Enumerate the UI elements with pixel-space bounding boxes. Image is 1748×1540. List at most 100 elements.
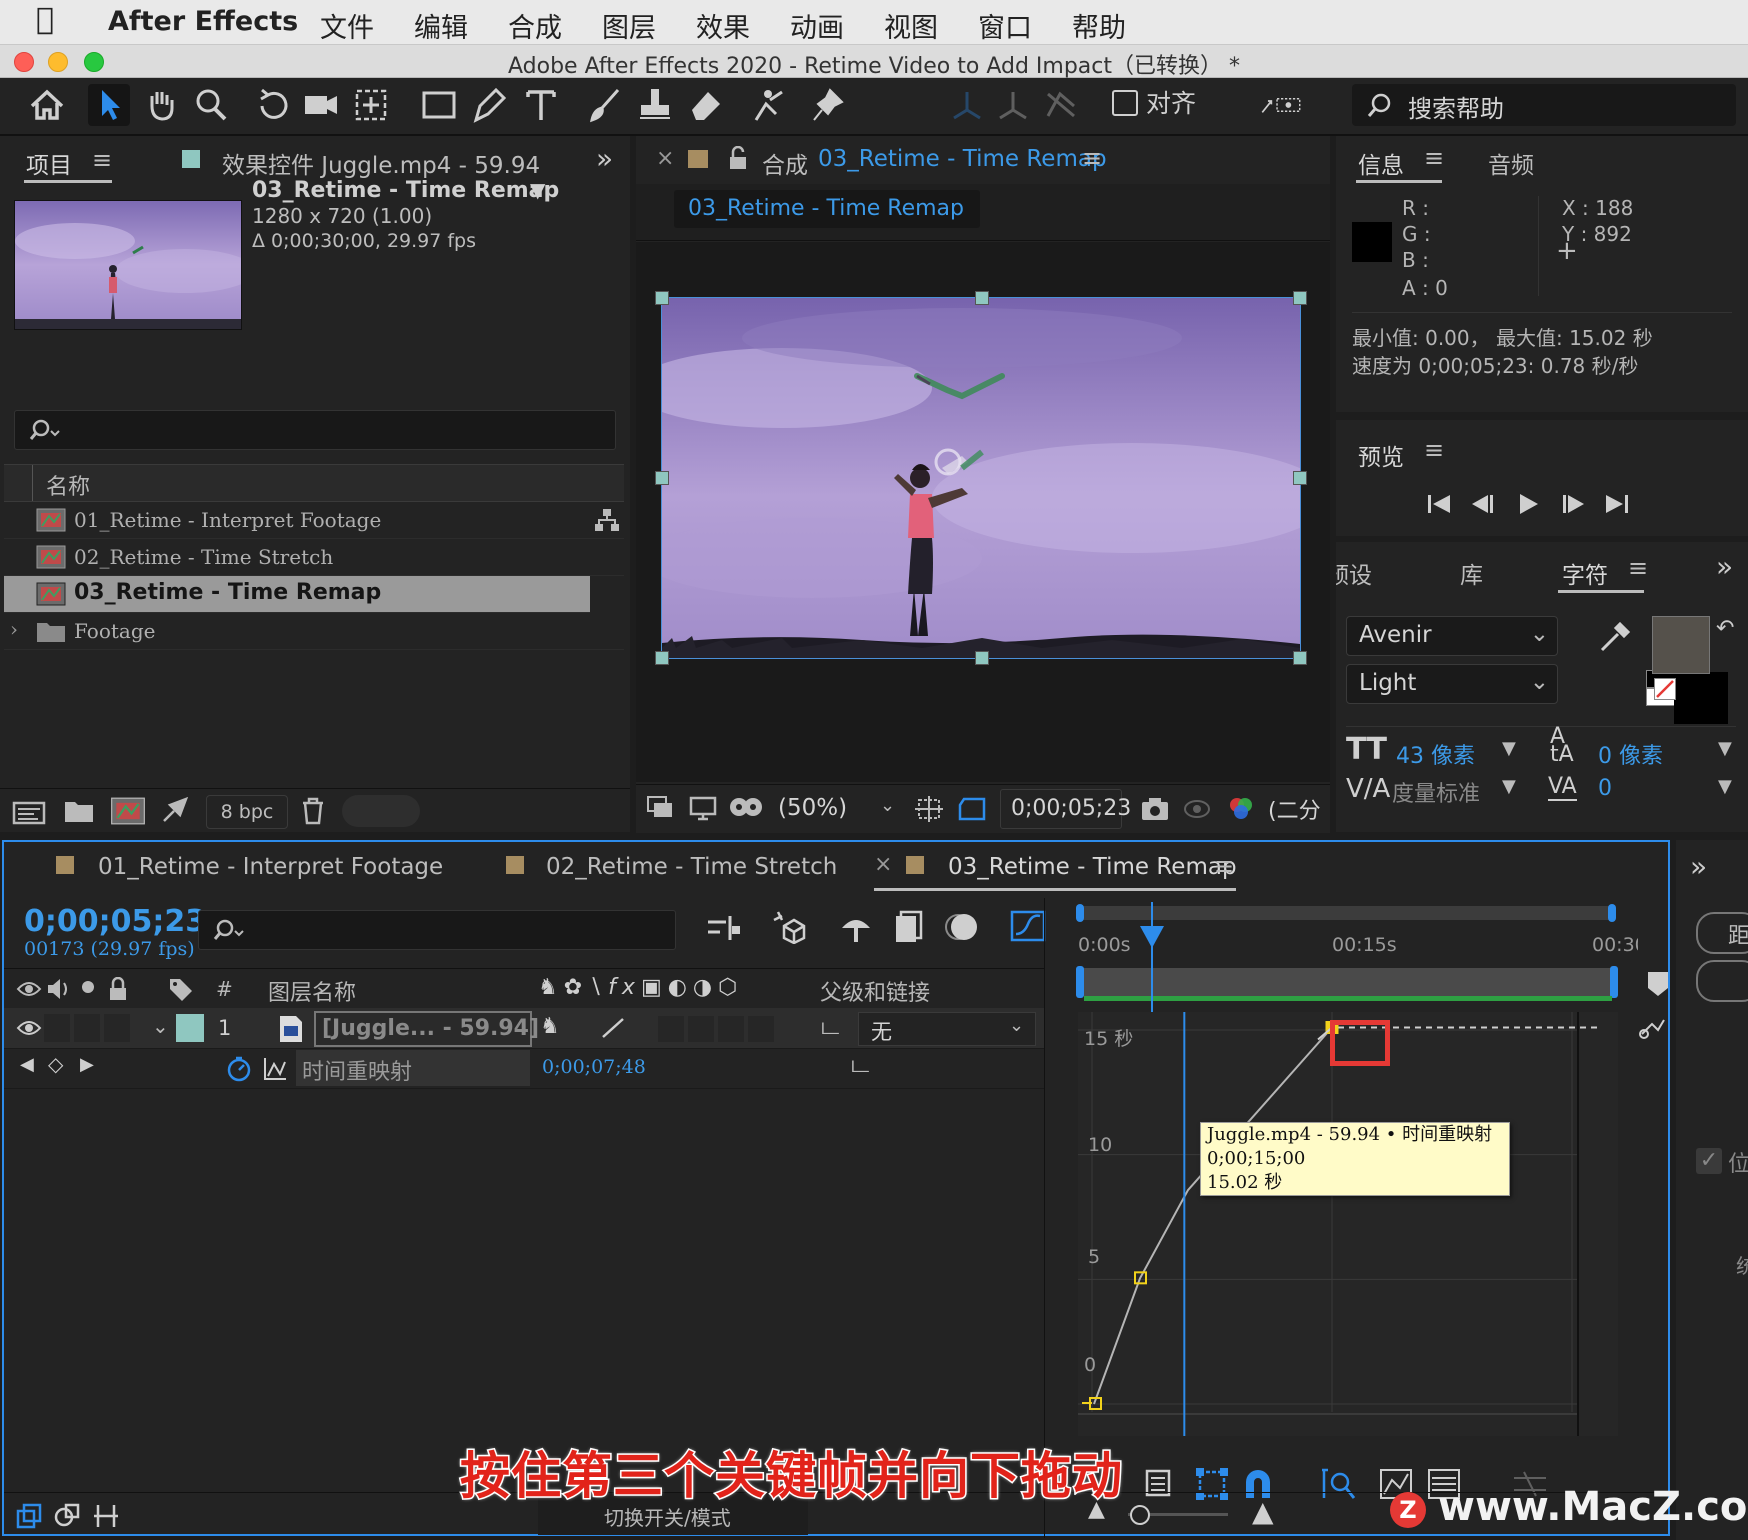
zoom-in-mountain-icon[interactable]: ▲ <box>1252 1495 1274 1528</box>
close-tab-icon[interactable]: × <box>656 146 674 171</box>
side-button-1[interactable]: 距 <box>1696 912 1748 954</box>
audio-icon[interactable] <box>46 977 72 1001</box>
zoom-dropdown[interactable]: (50%) ⌄ <box>772 791 902 827</box>
chevron-down-icon[interactable]: ▼ <box>1502 738 1516 759</box>
kerning-value[interactable]: 度量标准 <box>1392 776 1480 808</box>
comp-info-dropdown-icon[interactable]: ▼ <box>530 178 545 202</box>
always-preview-icon[interactable] <box>646 795 676 823</box>
play-icon[interactable] <box>1516 492 1542 516</box>
time-navigator[interactable] <box>1078 906 1612 920</box>
region-of-interest-icon[interactable] <box>958 795 988 823</box>
draft-3d-icon[interactable] <box>770 908 808 944</box>
menu-view[interactable]: 视图 <box>884 6 938 45</box>
graph-editor-icon[interactable] <box>1010 908 1046 944</box>
viewer-timecode[interactable]: 0;00;05;23 <box>1000 789 1131 829</box>
layer-label-color[interactable] <box>176 1014 204 1042</box>
local-axis-icon[interactable] <box>946 84 988 126</box>
panel-overflow-icon[interactable]: » <box>596 142 613 175</box>
apple-icon[interactable]:  <box>36 2 54 37</box>
layer-name-field[interactable]: [Juggle... - 59.94] <box>314 1011 539 1047</box>
work-area-end-handle[interactable] <box>1610 966 1618 998</box>
menu-edit[interactable]: 编辑 <box>414 6 468 45</box>
hand-tool-icon[interactable] <box>140 84 182 126</box>
lock-toggle[interactable] <box>104 1014 130 1042</box>
project-search-input[interactable] <box>14 410 616 450</box>
tab-presets[interactable]: 预设 <box>1336 556 1372 590</box>
graph-canvas[interactable] <box>1078 1012 1618 1436</box>
tab-info[interactable]: 信息 <box>1358 146 1404 180</box>
column-layer-name-label[interactable]: 图层名称 <box>268 975 356 1007</box>
first-frame-icon[interactable] <box>1426 492 1452 516</box>
timeline-timecode[interactable]: 0;00;05;23 <box>24 904 206 939</box>
menu-file[interactable]: 文件 <box>320 6 374 45</box>
transform-handle[interactable] <box>975 651 989 665</box>
adjustment-switch[interactable] <box>748 1016 774 1042</box>
comp-subtab[interactable]: 03_Retime - Time Remap <box>674 190 980 228</box>
view-axis-icon[interactable] <box>1040 84 1082 126</box>
layer-switches-icon[interactable] <box>16 1503 44 1529</box>
timeline-search-input[interactable] <box>198 910 676 950</box>
brush-tool-icon[interactable] <box>584 84 626 126</box>
font-family-dropdown[interactable]: Avenir ⌄ <box>1346 616 1558 656</box>
leading-field[interactable]: 0 像素 <box>1598 738 1663 770</box>
footer-scrollbar[interactable] <box>342 795 420 827</box>
close-tab-icon[interactable]: × <box>874 852 892 877</box>
chevron-down-icon[interactable]: ▼ <box>1718 776 1732 797</box>
rectangle-tool-icon[interactable] <box>418 84 460 126</box>
project-panel-menu-icon[interactable]: ≡ <box>92 146 112 174</box>
font-size-field[interactable]: 43 像素 <box>1396 738 1475 770</box>
character-panel-menu-icon[interactable]: ≡ <box>1628 554 1648 582</box>
trash-icon[interactable] <box>300 797 326 825</box>
side-checkbox[interactable]: ✓ <box>1696 1148 1722 1174</box>
comp-tab-prefix[interactable]: 合成 <box>762 146 808 180</box>
parent-dropdown[interactable]: 无 ⌄ <box>858 1012 1036 1046</box>
comp-tab-name[interactable]: 03_Retime - Time Remap <box>818 146 1107 172</box>
transform-handle[interactable] <box>975 291 989 305</box>
transform-handle[interactable] <box>655 291 669 305</box>
comp-marker-bin-icon[interactable] <box>1646 970 1670 998</box>
timeline-menu-icon[interactable]: ≡ <box>1214 852 1234 880</box>
chevron-down-icon[interactable]: ▼ <box>1718 738 1732 759</box>
previous-keyframe-icon[interactable]: ◀ <box>20 1054 34 1075</box>
stopwatch-icon[interactable] <box>226 1056 252 1082</box>
lock-icon[interactable] <box>108 977 128 1001</box>
snapshot-camera-icon[interactable] <box>1140 795 1170 823</box>
frame-blending-icon[interactable] <box>892 910 924 944</box>
monitor-icon[interactable] <box>688 795 718 823</box>
new-folder-icon[interactable] <box>64 799 94 823</box>
work-area-bar[interactable] <box>1078 968 1612 996</box>
motion-blur-switch[interactable] <box>718 1016 744 1042</box>
column-parent-label[interactable]: 父级和链接 <box>820 975 930 1007</box>
bit-depth-button[interactable]: 8 bpc <box>206 795 288 829</box>
quality-switch-icon[interactable] <box>600 1016 626 1040</box>
tab-audio[interactable]: 音频 <box>1488 146 1534 180</box>
project-folder-row[interactable]: › Footage <box>4 613 624 650</box>
mask-visibility-icon[interactable] <box>728 795 764 823</box>
swap-colors-icon[interactable]: ↶ <box>1716 616 1734 641</box>
roto-brush-tool-icon[interactable] <box>748 84 790 126</box>
preview-panel-menu-icon[interactable]: ≡ <box>1424 436 1444 464</box>
motion-blur-icon[interactable] <box>944 910 980 944</box>
work-area-start-handle[interactable] <box>1076 966 1084 998</box>
side-button-2[interactable] <box>1696 960 1748 1002</box>
property-name-field[interactable]: 时间重映射 <box>296 1050 530 1086</box>
pan-behind-tool-icon[interactable] <box>350 84 392 126</box>
shy-layers-icon[interactable] <box>838 912 874 944</box>
pick-whip-icon[interactable]: ட <box>820 1012 839 1043</box>
flowchart-icon[interactable] <box>594 508 620 532</box>
next-keyframe-icon[interactable]: ▶ <box>80 1054 94 1075</box>
time-ruler[interactable]: 0:00s 00:15s 00:30 <box>1048 898 1638 1012</box>
home-icon[interactable] <box>26 84 68 126</box>
transform-handle[interactable] <box>1293 291 1307 305</box>
pen-tool-icon[interactable] <box>468 84 510 126</box>
project-item-row-selected[interactable]: 03_Retime - Time Remap <box>4 576 590 613</box>
navigator-start-handle[interactable] <box>1076 904 1084 922</box>
chevron-right-icon[interactable]: › <box>10 617 18 641</box>
rotate-tool-icon[interactable] <box>252 84 294 126</box>
previous-frame-icon[interactable] <box>1470 492 1496 516</box>
show-snapshot-icon[interactable] <box>1182 795 1212 823</box>
world-axis-icon[interactable] <box>992 84 1034 126</box>
audio-toggle[interactable] <box>44 1014 70 1042</box>
panel-overflow-icon[interactable]: » <box>1716 550 1733 583</box>
fill-color-swatch[interactable] <box>1652 616 1710 674</box>
